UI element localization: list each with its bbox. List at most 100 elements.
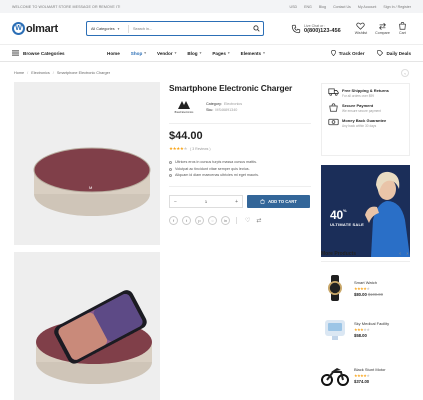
header-icons: Wishlist Compare Cart	[355, 22, 407, 35]
rating-stars: ★★★★★	[354, 285, 370, 291]
sale-banner[interactable]: 40% ULTIMATE SALE	[321, 165, 410, 257]
breadcrumb-category[interactable]: Electronics	[31, 71, 50, 75]
compare-icon	[379, 22, 386, 30]
chevron-left-icon[interactable]: ‹	[399, 251, 403, 257]
chevron-down-icon: ▾	[263, 51, 265, 55]
list-item[interactable]: Black Stunt Motor ★★★★★ $374.00	[321, 355, 410, 395]
product-price: $80.00$100.00	[354, 292, 383, 297]
currency-select[interactable]: USD	[289, 5, 297, 9]
nav-item-vendor[interactable]: Vendor ▾	[157, 51, 176, 56]
product-thumbnail	[321, 274, 349, 302]
nav-item-pages-label: Pages	[212, 50, 226, 56]
medical-device-image	[325, 320, 345, 340]
sku-label: Sku:	[206, 108, 214, 112]
product-name[interactable]: Smart Watch	[354, 280, 383, 285]
product-meta: Category: Electronics Sku: MS46891340	[206, 101, 242, 114]
twitter-icon[interactable]: t	[182, 216, 191, 226]
product-image-main[interactable]: M	[14, 82, 160, 245]
product-title: Smartphone Electronic Charger	[169, 83, 293, 93]
feature-text: Ultrices eros in cursus turpis massa cur…	[175, 160, 257, 164]
cart-label: Cart	[398, 31, 406, 35]
nav-item-pages[interactable]: Pages ▾	[212, 51, 229, 56]
wishlist-button[interactable]: Wishlist	[355, 22, 367, 35]
truck-icon	[328, 88, 339, 96]
nav-item-elements[interactable]: Elements ▾	[241, 51, 265, 56]
nav-item-blog-label: Blog	[187, 50, 198, 56]
compare-icon[interactable]: ⇄	[256, 217, 261, 224]
service-title: Secure Payment	[342, 103, 374, 108]
logo-mark: W	[12, 22, 25, 35]
contact-link[interactable]: Contact Us	[333, 5, 351, 9]
product-price: $374.00	[354, 379, 386, 384]
browse-label: Browse Categories	[23, 50, 65, 56]
carousel-arrows: ‹ ›	[399, 251, 410, 257]
brand-mark-icon	[178, 101, 190, 109]
price-current: $80.00	[354, 291, 367, 297]
logo[interactable]: W olmart	[12, 22, 86, 35]
whatsapp-icon[interactable]: ◌	[208, 216, 217, 226]
heart-icon[interactable]: ♡	[245, 217, 250, 224]
browse-categories-button[interactable]: Browse Categories	[12, 50, 97, 56]
blog-link[interactable]: Blog	[319, 5, 326, 9]
linkedin-icon[interactable]: in	[221, 216, 230, 226]
compare-button[interactable]: Compare	[375, 22, 390, 35]
chevron-down-icon: ▾	[227, 51, 230, 55]
daily-deals-link[interactable]: Daily Deals	[377, 50, 411, 56]
minus-icon[interactable]: −	[174, 199, 177, 205]
nav-item-shop[interactable]: Shop ▾	[131, 51, 146, 56]
account-link[interactable]: My Account	[358, 5, 377, 9]
daily-deals-label: Daily Deals	[386, 50, 411, 56]
nav-item-blog[interactable]: Blog ▾	[187, 51, 201, 56]
feature-text: Volutpat ac tincidunt vitae semper quis …	[175, 166, 250, 171]
signin-link[interactable]: Sign In / Register	[383, 5, 411, 9]
plus-icon[interactable]: +	[235, 199, 238, 205]
breadcrumb: Home / Electronics / Smartphone Electronic C…	[14, 71, 110, 75]
chevron-right-icon[interactable]: ›	[406, 251, 410, 257]
bullet-icon	[169, 167, 172, 171]
search-input[interactable]	[129, 26, 249, 31]
more-products-header: More Products ‹ ›	[321, 251, 410, 262]
product-brand-row: Brand Electronics Category: Electronics S…	[169, 98, 311, 116]
product-name[interactable]: Sky Medical Facility	[354, 321, 389, 326]
product-info: Smartphone Electronic Charger Brand Elec…	[169, 83, 311, 226]
search-category-select[interactable]: All Categories ▾	[87, 24, 129, 33]
quantity-value[interactable]: 1	[205, 199, 207, 204]
list-item[interactable]: Sky Medical Facility ★★★★★ $58.00	[321, 309, 410, 349]
breadcrumb-home[interactable]: Home	[14, 71, 24, 75]
reviews-link[interactable]: ( 3 Reviews )	[190, 147, 210, 151]
cart-button[interactable]: Cart	[398, 22, 407, 35]
wishlist-label: Wishlist	[354, 31, 368, 35]
main-nav: Browse Categories Home Shop ▾ Vendor ▾ Blo…	[0, 45, 423, 62]
product-nav-button[interactable]: ‹	[401, 69, 409, 77]
product-name[interactable]: Black Stunt Motor	[354, 367, 386, 372]
nav-item-home[interactable]: Home	[107, 51, 120, 56]
add-to-cart-button[interactable]: ADD TO CART	[247, 195, 310, 209]
brand-logo-text: Brand Electronics	[174, 111, 194, 114]
product-image-secondary[interactable]	[14, 252, 160, 400]
charger-image: M	[33, 147, 151, 216]
list-item[interactable]: Smart Watch ★★★★★ $80.00$100.00	[321, 268, 410, 308]
contact-phone: 0(800)123-456	[304, 27, 341, 34]
language-select[interactable]: ENG	[304, 5, 312, 9]
category-value[interactable]: Electronics	[224, 102, 242, 106]
rating-stars: ★★★★★	[354, 326, 370, 332]
brand-logo[interactable]: Brand Electronics	[169, 98, 199, 116]
charger-phone-image	[36, 290, 152, 384]
watch-image	[328, 275, 342, 301]
product-features: Ultrices eros in cursus turpis massa cur…	[169, 159, 311, 179]
feature-item: Aliquam id diam maecenas ultricies mi eg…	[169, 172, 311, 179]
service-sub: We ensure secure payment	[342, 109, 381, 113]
quantity-stepper[interactable]: − 1 +	[169, 195, 243, 209]
search-category-label: All Categories	[91, 26, 115, 31]
chevron-down-icon: ▾	[117, 26, 120, 31]
divider	[169, 123, 311, 124]
service-item: Money Back Guarantee Any back within 30 d…	[328, 118, 403, 128]
price-current: $374.00	[354, 378, 370, 384]
menu-icon	[12, 50, 19, 56]
track-order-link[interactable]: Track Order	[330, 50, 364, 56]
sku-value: MS46891340	[215, 108, 238, 112]
nav-item-vendor-label: Vendor	[157, 50, 173, 56]
search-icon[interactable]	[249, 25, 263, 32]
pinterest-icon[interactable]: p	[195, 216, 204, 226]
facebook-icon[interactable]: f	[169, 216, 178, 226]
